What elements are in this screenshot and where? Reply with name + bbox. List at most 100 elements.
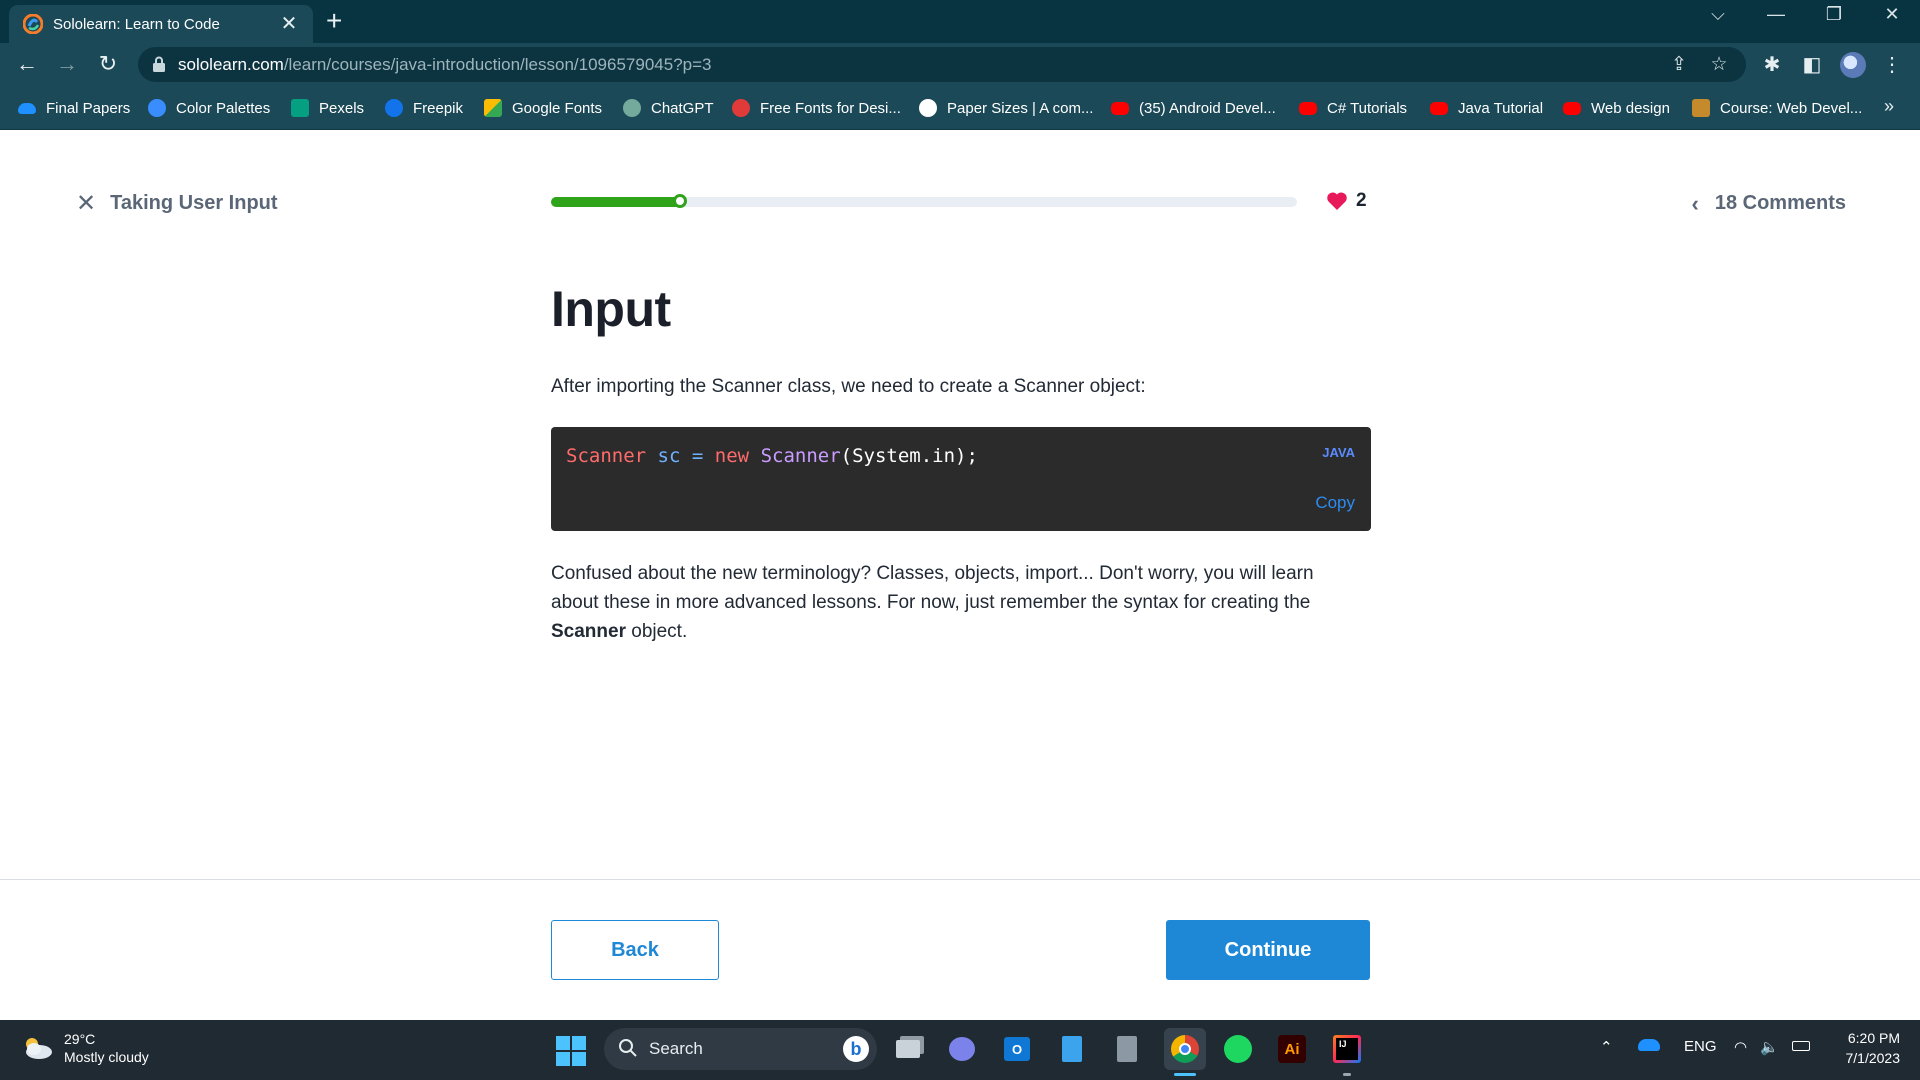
- wifi-icon[interactable]: ◠: [1734, 1038, 1747, 1056]
- clock-date: 7/1/2023: [1845, 1050, 1901, 1066]
- bookmark-csharp-tutorials[interactable]: C# Tutorials: [1299, 96, 1407, 120]
- volume-icon[interactable]: 🔈: [1760, 1038, 1779, 1056]
- bookmark-label: Final Papers: [46, 99, 131, 117]
- hearts-counter: 2: [1326, 190, 1367, 212]
- bookmark-google-fonts[interactable]: Google Fonts: [484, 96, 602, 120]
- lesson-name: Taking User Input: [110, 192, 278, 214]
- chevron-left-icon: ‹: [1691, 190, 1699, 216]
- chrome-menu-icon[interactable]: ⋮: [1880, 53, 1904, 77]
- chrome-active-indicator: [1174, 1073, 1196, 1076]
- bookmark-label: Color Palettes: [176, 99, 271, 117]
- code-token-variable: sc: [657, 445, 681, 467]
- lesson-body-end: object.: [625, 621, 688, 642]
- pexels-icon: [291, 99, 309, 117]
- lesson-body-bold: Scanner: [551, 621, 626, 642]
- task-view-icon[interactable]: [892, 1033, 924, 1065]
- browser-tab-sololearn[interactable]: Sololearn: Learn to Code ✕: [9, 5, 313, 43]
- search-icon: [619, 1039, 637, 1057]
- tab-search-chevron-icon[interactable]: ⌵: [1698, 4, 1738, 25]
- bookmark-final-papers[interactable]: Final Papers: [18, 96, 130, 120]
- address-bar[interactable]: sololearn.com/learn/courses/java-introdu…: [138, 47, 1746, 82]
- temperature: 29°C: [64, 1031, 96, 1047]
- language-indicator[interactable]: ENG: [1684, 1038, 1717, 1055]
- progress-fill: [551, 197, 686, 207]
- continue-button[interactable]: Continue: [1166, 920, 1370, 980]
- bookmark-java-tutorial[interactable]: Java Tutorial: [1430, 96, 1543, 120]
- close-lesson-button[interactable]: ✕ Taking User Input: [76, 191, 278, 215]
- bookmark-label: Paper Sizes | A com...: [947, 99, 1094, 117]
- code-token-class: Scanner: [760, 445, 841, 467]
- code-line: Scanner sc = new Scanner(System.in);: [566, 445, 978, 467]
- illustrator-icon[interactable]: Ai: [1276, 1033, 1308, 1065]
- side-panel-icon[interactable]: ◧: [1800, 53, 1824, 77]
- bing-icon: b: [843, 1036, 869, 1062]
- url-host: sololearn.com: [178, 55, 284, 74]
- lesson-body-start: Confused about the new terminology? Clas…: [551, 563, 1314, 613]
- bookmark-star-icon[interactable]: ☆: [1708, 54, 1730, 76]
- bookmark-free-fonts[interactable]: Free Fonts for Desi...: [732, 96, 901, 120]
- bookmark-label: Java Tutorial: [1458, 99, 1544, 117]
- comments-button[interactable]: ‹ 18 Comments: [1692, 192, 1846, 215]
- copy-code-button[interactable]: Copy: [1315, 493, 1355, 513]
- weather-widget[interactable]: 29°C Mostly cloudy: [20, 1030, 149, 1066]
- lock-icon: [153, 56, 165, 72]
- partly-cloudy-icon: [26, 1038, 52, 1059]
- share-icon[interactable]: ⇪: [1668, 54, 1690, 76]
- new-tab-icon[interactable]: +: [326, 6, 342, 36]
- extensions-puzzle-icon[interactable]: ✱: [1760, 53, 1784, 77]
- windows-start-icon[interactable]: [556, 1036, 586, 1066]
- bookmark-paper-sizes[interactable]: Paper Sizes | A com...: [919, 96, 1093, 120]
- bookmark-pexels[interactable]: Pexels: [291, 96, 364, 120]
- outlook-icon[interactable]: O: [1001, 1033, 1033, 1065]
- comments-label: 18 Comments: [1714, 192, 1846, 214]
- bookmark-freepik[interactable]: Freepik: [385, 96, 463, 120]
- bookmark-course-web-devel[interactable]: Course: Web Devel...: [1692, 96, 1862, 120]
- profile-avatar[interactable]: [1840, 52, 1866, 78]
- search-label: Search: [649, 1039, 703, 1058]
- youtube-icon: [1563, 101, 1581, 115]
- back-arrow-icon[interactable]: ←: [14, 52, 40, 78]
- hearts-count: 2: [1356, 190, 1367, 211]
- bookmark-label: Course: Web Devel...: [1720, 99, 1863, 117]
- spotify-icon[interactable]: [1222, 1033, 1254, 1065]
- coolors-icon: [148, 99, 166, 117]
- calculator-icon[interactable]: [1111, 1033, 1143, 1065]
- bookmark-color-palettes[interactable]: Color Palettes: [148, 96, 270, 120]
- footer-divider: [0, 879, 1920, 880]
- bookmark-web-design[interactable]: Web design: [1563, 96, 1670, 120]
- teams-chat-icon[interactable]: [946, 1033, 978, 1065]
- system-clock[interactable]: 6:20 PM 7/1/2023: [1830, 1028, 1901, 1068]
- bookmark-chatgpt[interactable]: ChatGPT: [623, 96, 714, 120]
- youtube-icon: [1430, 101, 1448, 115]
- minimize-icon[interactable]: —: [1756, 4, 1796, 25]
- tab-close-icon[interactable]: ✕: [277, 14, 301, 34]
- close-window-icon[interactable]: ✕: [1872, 4, 1912, 25]
- battery-icon[interactable]: [1792, 1038, 1810, 1055]
- chrome-taskbar-icon[interactable]: [1164, 1028, 1206, 1070]
- notepad-icon[interactable]: [1056, 1033, 1088, 1065]
- tray-overflow-chevron-icon[interactable]: ⌃: [1600, 1038, 1613, 1056]
- taskbar-search[interactable]: Search b: [604, 1028, 877, 1070]
- back-button[interactable]: Back: [551, 920, 719, 980]
- bookmark-label: C# Tutorials: [1327, 99, 1408, 117]
- bookmark-label: ChatGPT: [651, 99, 714, 117]
- onedrive-tray-icon[interactable]: [1638, 1038, 1660, 1055]
- reload-icon[interactable]: ↻: [95, 52, 121, 78]
- fonts-site-icon: [732, 99, 750, 117]
- forward-arrow-icon[interactable]: →: [54, 52, 80, 78]
- url-text: sololearn.com/learn/courses/java-introdu…: [178, 55, 711, 75]
- lesson-intro-text: After importing the Scanner class, we ne…: [551, 376, 1146, 397]
- bookmark-android-devel[interactable]: (35) Android Devel...: [1111, 96, 1276, 120]
- bookmarks-overflow-icon[interactable]: »: [1884, 96, 1894, 117]
- restore-icon[interactable]: ❐: [1814, 4, 1854, 25]
- lesson-title: Input: [551, 281, 671, 337]
- code-block: Scanner sc = new Scanner(System.in); JAV…: [551, 427, 1371, 531]
- intellij-icon[interactable]: IJ: [1331, 1033, 1363, 1065]
- browser-toolbar: ← → ↻ sololearn.com/learn/courses/java-i…: [0, 43, 1920, 86]
- onedrive-icon: [18, 102, 36, 114]
- progress-knob: [673, 194, 688, 208]
- url-path: /learn/courses/java-introduction/lesson/…: [283, 55, 712, 74]
- bookmark-label: Google Fonts: [512, 99, 603, 117]
- lesson-content: Input After importing the Scanner class,…: [551, 280, 1371, 646]
- code-token-keyword: new: [714, 445, 750, 467]
